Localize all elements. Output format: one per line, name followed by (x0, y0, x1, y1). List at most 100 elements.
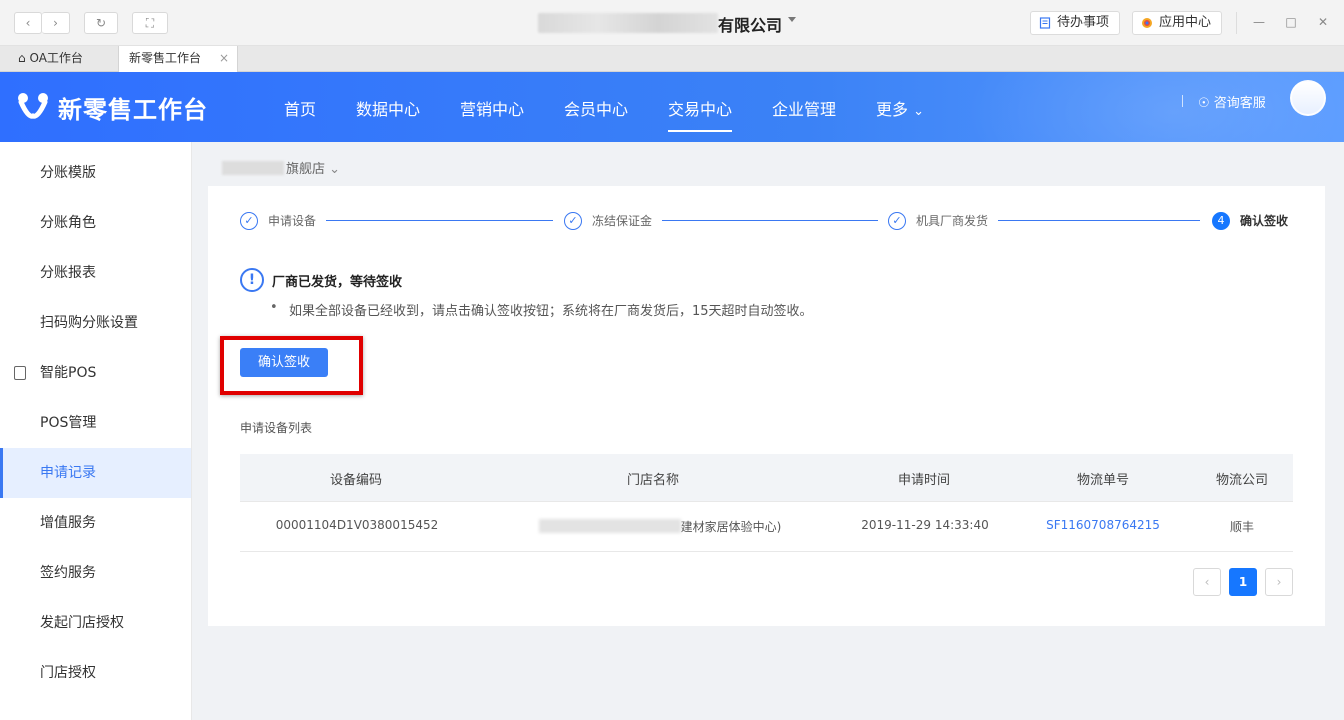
nav-enterprise[interactable]: 企业管理 (772, 96, 836, 120)
step-confirm-receipt: 4 确认签收 (1212, 212, 1288, 230)
app-center-label: 应用中心 (1159, 15, 1212, 30)
cell-apply-time: 2019-11-29 14:33:40 (861, 518, 989, 532)
minimize-icon[interactable]: — (1252, 15, 1266, 29)
forward-button[interactable]: › (42, 12, 70, 34)
title-dropdown-icon[interactable] (788, 17, 796, 22)
tab-bar: ⌂ OA工作台 新零售工作台 × (0, 46, 1344, 72)
next-page-button[interactable]: › (1265, 568, 1293, 596)
step-label: 冻结保证金 (592, 214, 653, 228)
chevron-down-icon: ⌄ (913, 104, 925, 119)
redacted-store-name (538, 519, 681, 533)
title-bar: ‹ › ↻ ⛶ 有限公司 待办事项 应用中心 — □ ✕ (0, 0, 1344, 46)
info-icon: ! (240, 268, 264, 292)
sidebar-item-scan-split-settings[interactable]: 扫码购分账设置 (0, 298, 191, 348)
sidebar: 分账模版 分账角色 分账报表 扫码购分账设置 智能POS POS管理 申请记录 … (0, 142, 192, 720)
step-apply-device: ✓ 申请设备 (240, 212, 316, 230)
headset-icon: ☉ (1198, 96, 1210, 111)
step-label: 机具厂商发货 (916, 214, 989, 228)
col-tracking-no: 物流单号 (1076, 473, 1129, 488)
prev-page-button[interactable]: ‹ (1193, 568, 1221, 596)
divider (1236, 12, 1237, 34)
step-connector (998, 220, 1200, 221)
col-device-code: 设备编码 (329, 473, 382, 488)
list-icon (1039, 17, 1051, 29)
nav-member-center[interactable]: 会员中心 (564, 96, 628, 120)
apps-icon (1142, 18, 1152, 28)
redacted-company-name (538, 13, 718, 33)
sidebar-group-smart-pos[interactable]: 智能POS (0, 348, 191, 398)
tracking-number-link[interactable]: SF1160708764215 (1033, 518, 1173, 532)
step-number: 4 (1212, 212, 1230, 230)
page-1-button[interactable]: 1 (1229, 568, 1257, 596)
close-icon[interactable]: ✕ (1316, 15, 1330, 29)
app-center-button[interactable]: 应用中心 (1132, 11, 1222, 35)
device-list-title: 申请设备列表 (240, 421, 313, 435)
maximize-icon[interactable]: □ (1284, 15, 1298, 29)
step-label: 确认签收 (1240, 214, 1289, 228)
todo-button[interactable]: 待办事项 (1030, 11, 1120, 35)
sidebar-item-contract-service[interactable]: 签约服务 (0, 548, 191, 598)
col-carrier: 物流公司 (1215, 473, 1268, 488)
cell-store-name: 建材家居体验中心) (510, 518, 810, 535)
check-icon: ✓ (564, 212, 582, 230)
table-header: 设备编码 门店名称 申请时间 物流单号 物流公司 (240, 454, 1293, 502)
store-name-suffix: 建材家居体验中心) (680, 520, 782, 534)
avatar[interactable] (1290, 80, 1326, 116)
nav-home[interactable]: 首页 (284, 96, 316, 120)
sidebar-item-split-report[interactable]: 分账报表 (0, 248, 191, 298)
logo-icon (18, 93, 48, 119)
tab-label: OA工作台 (29, 51, 83, 65)
col-apply-time: 申请时间 (897, 473, 950, 488)
step-connector (326, 220, 553, 221)
sidebar-item-pos-management[interactable]: POS管理 (0, 398, 191, 448)
device-icon (14, 366, 26, 380)
redacted-store-name (222, 161, 284, 175)
tab-oa[interactable]: ⌂ OA工作台 (8, 46, 118, 72)
header-divider (1182, 95, 1183, 107)
col-store-name: 门店名称 (626, 473, 679, 488)
sidebar-item-split-role[interactable]: 分账角色 (0, 198, 191, 248)
nav-more-label: 更多 (876, 100, 909, 119)
top-header: 新零售工作台 首页 数据中心 营销中心 会员中心 交易中心 企业管理 更多 ⌄ (0, 72, 1344, 142)
check-icon: ✓ (888, 212, 906, 230)
sidebar-group-label: 智能POS (40, 365, 97, 381)
tab-new-retail[interactable]: 新零售工作台 × (118, 46, 238, 72)
home-icon: ⌂ (18, 51, 26, 65)
sidebar-item-split-template[interactable]: 分账模版 (0, 148, 191, 198)
tab-label: 新零售工作台 (129, 51, 202, 65)
step-label: 申请设备 (268, 214, 317, 228)
content-panel (208, 186, 1325, 626)
step-vendor-ship: ✓ 机具厂商发货 (888, 212, 988, 230)
back-button[interactable]: ‹ (14, 12, 42, 34)
fullscreen-button[interactable]: ⛶ (132, 12, 168, 34)
sidebar-item-store-auth[interactable]: 门店授权 (0, 648, 191, 698)
chevron-down-icon: ⌄ (329, 162, 341, 177)
alert-description-text: 如果全部设备已经收到，请点击确认签收按钮；系统将在厂商发货后，15天超时自动签收… (289, 304, 813, 319)
todo-label: 待办事项 (1057, 15, 1110, 30)
confirm-receipt-button[interactable]: 确认签收 (240, 348, 328, 377)
sidebar-item-initiate-store-auth[interactable]: 发起门店授权 (0, 598, 191, 648)
header-decoration (964, 72, 1344, 142)
store-suffix: 旗舰店 (286, 162, 326, 177)
sidebar-item-apply-records[interactable]: 申请记录 (0, 448, 191, 498)
nav-data-center[interactable]: 数据中心 (356, 96, 420, 120)
step-connector (662, 220, 878, 221)
consult-label: 咨询客服 (1213, 96, 1266, 111)
store-selector[interactable]: 旗舰店 ⌄ (222, 158, 340, 177)
alert-title: 厂商已发货，等待签收 (272, 275, 403, 290)
nav-marketing-center[interactable]: 营销中心 (460, 96, 524, 120)
check-icon: ✓ (240, 212, 258, 230)
sidebar-item-value-added[interactable]: 增值服务 (0, 498, 191, 548)
refresh-button[interactable]: ↻ (84, 12, 118, 34)
cell-carrier: 顺丰 (1229, 520, 1254, 534)
step-freeze-deposit: ✓ 冻结保证金 (564, 212, 652, 230)
nav-trade-center[interactable]: 交易中心 (668, 96, 733, 132)
window-title: 有限公司 (718, 16, 783, 35)
nav-more[interactable]: 更多 ⌄ (876, 96, 924, 120)
logo-text: 新零售工作台 (58, 96, 208, 124)
tab-close-icon[interactable]: × (219, 46, 229, 71)
row-divider (240, 551, 1293, 552)
alert-description: 如果全部设备已经收到，请点击确认签收按钮；系统将在厂商发货后，15天超时自动签收… (270, 300, 813, 319)
consult-service-link[interactable]: ☉ 咨询客服 (1198, 92, 1266, 111)
cell-device-code: 00001104D1V0380015452 (275, 518, 439, 532)
